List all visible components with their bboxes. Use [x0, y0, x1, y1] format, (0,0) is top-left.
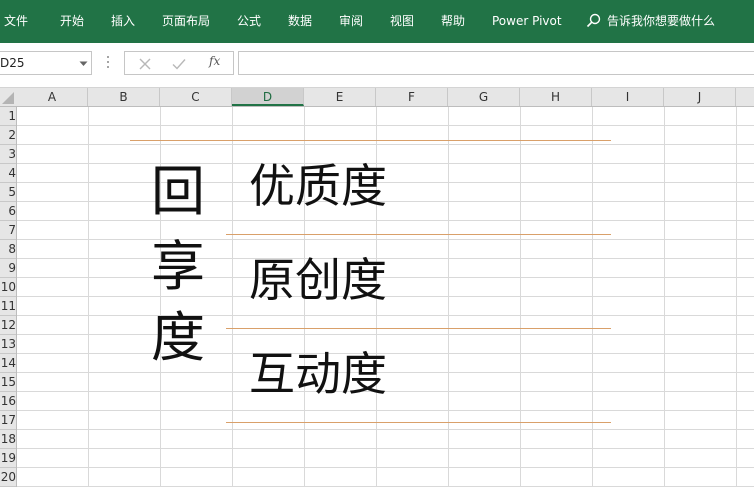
- row-header[interactable]: 12: [0, 316, 16, 335]
- search-icon: [586, 13, 601, 28]
- cancel-icon[interactable]: [137, 56, 153, 72]
- tab-formulas[interactable]: 公式: [237, 0, 261, 43]
- grid-line: [17, 201, 754, 202]
- tab-help[interactable]: 帮助: [441, 0, 465, 43]
- more-vertical-icon[interactable]: [106, 54, 110, 70]
- grid-line: [88, 107, 89, 487]
- row-header[interactable]: 15: [0, 373, 16, 392]
- row-header[interactable]: 16: [0, 392, 16, 411]
- column-header[interactable]: A: [17, 88, 88, 106]
- tab-power-pivot[interactable]: Power Pivot: [492, 0, 562, 43]
- grid-line: [664, 107, 665, 487]
- row-header[interactable]: 19: [0, 449, 16, 468]
- formula-buttons: fx: [124, 51, 234, 75]
- row-header[interactable]: 8: [0, 240, 16, 259]
- tab-insert[interactable]: 插入: [111, 0, 135, 43]
- grid-line: [17, 296, 754, 297]
- grid-line: [17, 277, 754, 278]
- row-header[interactable]: 20: [0, 468, 16, 487]
- grid-line: [592, 107, 593, 487]
- column-header[interactable]: E: [304, 88, 376, 106]
- worksheet-grid[interactable]: [17, 107, 754, 487]
- column-header[interactable]: J: [664, 88, 736, 106]
- row-header[interactable]: 5: [0, 183, 16, 202]
- row-header[interactable]: 10: [0, 278, 16, 297]
- row-header[interactable]: 18: [0, 430, 16, 449]
- tab-data[interactable]: 数据: [288, 0, 312, 43]
- tab-view[interactable]: 视图: [390, 0, 414, 43]
- grid-line: [304, 107, 305, 487]
- row-header[interactable]: 17: [0, 411, 16, 430]
- grid-line: [160, 107, 161, 487]
- insert-function-button[interactable]: fx: [209, 54, 220, 68]
- grid-line: [17, 239, 754, 240]
- row-headers: 1 2 3 4 5 6 7 8 9 10 11 12 13 14 15 16 1…: [0, 107, 17, 487]
- grid-line: [17, 258, 754, 259]
- grid-line: [736, 107, 737, 487]
- grid-line: [17, 182, 754, 183]
- column-header[interactable]: H: [520, 88, 592, 106]
- formula-bar: D25 fx: [0, 43, 754, 88]
- tab-file[interactable]: 文件: [4, 0, 28, 43]
- grid-line: [17, 410, 754, 411]
- name-box-value: D25: [0, 56, 25, 70]
- column-header[interactable]: F: [376, 88, 448, 106]
- column-header[interactable]: I: [592, 88, 664, 106]
- chevron-down-icon[interactable]: [79, 61, 88, 67]
- column-header[interactable]: B: [88, 88, 160, 106]
- grid-line: [520, 107, 521, 487]
- column-header[interactable]: C: [160, 88, 232, 106]
- row-header[interactable]: 11: [0, 297, 16, 316]
- grid-line: [17, 448, 754, 449]
- grid-line: [17, 163, 754, 164]
- grid-line: [17, 220, 754, 221]
- tell-me-text: 告诉我你想要做什么: [607, 14, 716, 28]
- grid-line: [17, 315, 754, 316]
- grid-line: [17, 125, 754, 126]
- grid-line: [17, 429, 754, 430]
- grid-line: [17, 391, 754, 392]
- tab-review[interactable]: 审阅: [339, 0, 363, 43]
- grid-line: [17, 144, 754, 145]
- column-header-active[interactable]: D: [232, 88, 304, 106]
- row-header[interactable]: 3: [0, 145, 16, 164]
- row-header[interactable]: 4: [0, 164, 16, 183]
- row-header[interactable]: 14: [0, 354, 16, 373]
- tell-me-search[interactable]: 告诉我你想要做什么: [586, 0, 715, 43]
- grid-line: [448, 107, 449, 487]
- grid-line: [17, 353, 754, 354]
- row-header[interactable]: 6: [0, 202, 16, 221]
- name-box[interactable]: D25: [0, 51, 92, 75]
- row-header[interactable]: 7: [0, 221, 16, 240]
- row-header[interactable]: 1: [0, 107, 16, 126]
- column-header[interactable]: G: [448, 88, 520, 106]
- formula-input[interactable]: [238, 51, 754, 75]
- ribbon-tab-bar: 文件 开始 插入 页面布局 公式 数据 审阅 视图 帮助 Power Pivot…: [0, 0, 754, 43]
- row-header[interactable]: 2: [0, 126, 16, 145]
- grid-line: [17, 467, 754, 468]
- grid-line: [232, 107, 233, 487]
- tab-home[interactable]: 开始: [60, 0, 84, 43]
- row-header[interactable]: 13: [0, 335, 16, 354]
- grid-line: [17, 372, 754, 373]
- tab-page-layout[interactable]: 页面布局: [162, 0, 210, 43]
- check-icon[interactable]: [171, 56, 187, 72]
- row-header[interactable]: 9: [0, 259, 16, 278]
- select-all-button[interactable]: [0, 88, 16, 106]
- column-headers: A B C D E F G H I J: [0, 88, 754, 107]
- grid-line: [17, 334, 754, 335]
- grid-line: [376, 107, 377, 487]
